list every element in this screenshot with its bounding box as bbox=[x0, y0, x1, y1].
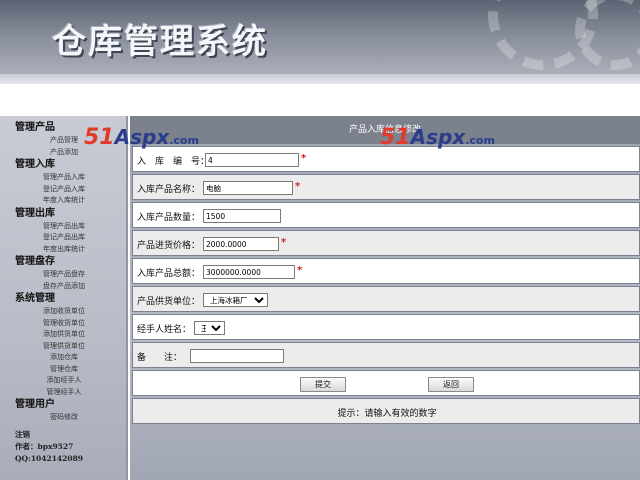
watermark-number: 51 bbox=[84, 125, 115, 150]
form-row-supplier: 产品供货单位： 上海冰箱厂 bbox=[132, 286, 640, 312]
price-field[interactable] bbox=[203, 237, 279, 251]
form-row-product-name: 入库产品名称： * bbox=[132, 174, 640, 200]
supplier-label: 产品供货单位： bbox=[137, 297, 201, 307]
sidebar-item-warehouse-manage[interactable]: 管理仓库 bbox=[0, 364, 128, 376]
sidebar-item-inventory-add[interactable]: 盘存产品添加 bbox=[0, 281, 128, 293]
form-row-actions: 提交 返回 bbox=[132, 370, 640, 396]
sidebar-item-receiver-add[interactable]: 添加收货单位 bbox=[0, 306, 128, 318]
sidebar-group-system[interactable]: 系统管理 bbox=[0, 292, 128, 306]
sidebar-group-inventory[interactable]: 管理盘存 bbox=[0, 255, 128, 269]
back-button[interactable]: 返回 bbox=[428, 377, 474, 392]
watermark-aspx: Aspx bbox=[114, 125, 170, 149]
sidebar-group-stock-out[interactable]: 管理出库 bbox=[0, 207, 128, 221]
gear-decoration-icon bbox=[575, 0, 640, 70]
product-name-field[interactable] bbox=[203, 181, 293, 195]
quantity-field[interactable] bbox=[203, 209, 281, 223]
author-credit: 作者：bpx9527 bbox=[15, 441, 74, 451]
remark-label: 备 注： bbox=[137, 353, 183, 363]
form-row-hint: 提示：请输入有效的数字 bbox=[132, 398, 640, 424]
form-row-handler: 经手人姓名： 王萍 bbox=[132, 314, 640, 340]
form-row-total: 入库产品总额： * bbox=[132, 258, 640, 284]
form-row-quantity: 入库产品数量： bbox=[132, 202, 640, 228]
sidebar-item-supplier-add[interactable]: 添加供货单位 bbox=[0, 329, 128, 341]
sidebar-item-stock-out-stats[interactable]: 年度出库统计 bbox=[0, 244, 128, 256]
qq-credit: QQ:1042142089 bbox=[15, 453, 84, 463]
entry-no-label: 入 库 编 号： bbox=[137, 157, 210, 167]
watermark-domain: .com bbox=[169, 134, 199, 147]
sidebar-item-inventory-manage[interactable]: 管理产品盘存 bbox=[0, 269, 128, 281]
logout-link[interactable]: 注销 bbox=[0, 429, 128, 441]
sidebar-item-stock-in-stats[interactable]: 年度入库统计 bbox=[0, 195, 128, 207]
main-form-area: 产品入库信息修改 入 库 编 号： * 入库产品名称： * 入库产品数量： 产品… bbox=[130, 116, 640, 480]
sidebar-item-password[interactable]: 密码修改 bbox=[0, 412, 128, 424]
product-name-label: 入库产品名称： bbox=[137, 185, 201, 195]
form-row-price: 产品进货价格： * bbox=[132, 230, 640, 256]
sidebar-item-handler-add[interactable]: 添加经手人 bbox=[0, 375, 128, 387]
handler-select[interactable]: 王萍 bbox=[194, 321, 225, 335]
watermark-logo: 51Aspx.com bbox=[380, 125, 495, 150]
sidebar-item-stock-in-manage[interactable]: 管理产品入库 bbox=[0, 172, 128, 184]
required-mark: * bbox=[301, 153, 307, 164]
form-row-remark: 备 注： bbox=[132, 342, 640, 368]
app-banner: 仓库管理系统 bbox=[0, 0, 640, 84]
watermark-logo: 51Aspx.com bbox=[84, 125, 199, 150]
sidebar-item-warehouse-add[interactable]: 添加仓库 bbox=[0, 352, 128, 364]
banner-divider bbox=[0, 74, 640, 84]
quantity-label: 入库产品数量： bbox=[137, 213, 201, 223]
required-mark: * bbox=[297, 265, 303, 276]
total-label: 入库产品总额： bbox=[137, 269, 201, 279]
sidebar-group-users[interactable]: 管理用户 bbox=[0, 398, 128, 412]
handler-label: 经手人姓名： bbox=[137, 325, 192, 335]
sidebar-item-stock-in-register[interactable]: 登记产品入库 bbox=[0, 184, 128, 196]
remark-field[interactable] bbox=[190, 349, 284, 363]
sidebar-group-stock-in[interactable]: 管理入库 bbox=[0, 158, 128, 172]
total-field[interactable] bbox=[203, 265, 295, 279]
price-label: 产品进货价格： bbox=[137, 241, 201, 251]
watermark-domain: .com bbox=[465, 134, 495, 147]
watermark-aspx: Aspx bbox=[410, 125, 466, 149]
sidebar-item-stock-out-register[interactable]: 登记产品出库 bbox=[0, 232, 128, 244]
sidebar-item-supplier-manage[interactable]: 管理供货单位 bbox=[0, 341, 128, 353]
hint-text: 提示：请输入有效的数字 bbox=[337, 409, 437, 419]
sidebar-nav: 管理产品 产品管理 产品添加 管理入库 管理产品入库 登记产品入库 年度入库统计… bbox=[0, 116, 128, 480]
sidebar-item-receiver-manage[interactable]: 管理收货单位 bbox=[0, 318, 128, 330]
sidebar-item-stock-out-manage[interactable]: 管理产品出库 bbox=[0, 221, 128, 233]
sidebar-item-handler-manage[interactable]: 管理经手人 bbox=[0, 387, 128, 399]
entry-no-field[interactable] bbox=[205, 153, 299, 167]
required-mark: * bbox=[281, 237, 287, 248]
submit-button[interactable]: 提交 bbox=[300, 377, 346, 392]
watermark-number: 51 bbox=[380, 125, 411, 150]
supplier-select[interactable]: 上海冰箱厂 bbox=[203, 293, 268, 307]
app-title: 仓库管理系统 bbox=[52, 22, 268, 62]
required-mark: * bbox=[295, 181, 301, 192]
